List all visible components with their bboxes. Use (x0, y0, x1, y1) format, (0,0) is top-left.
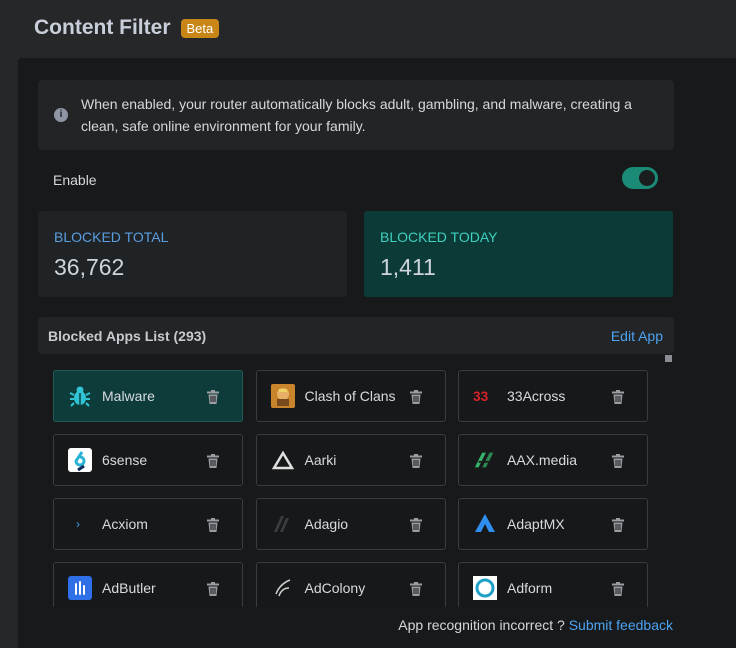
adagio-icon (271, 512, 295, 536)
trash-icon[interactable] (409, 582, 422, 596)
scrollbar-thumb[interactable] (665, 355, 672, 362)
edit-app-link[interactable]: Edit App (611, 328, 663, 344)
adaptmx-icon (473, 512, 497, 536)
app-name: AdButler (102, 580, 156, 596)
app-name: AdaptMX (507, 516, 565, 532)
svg-text:33: 33 (473, 389, 489, 404)
enable-label: Enable (53, 172, 97, 188)
app-card[interactable]: Aarki (255, 434, 446, 486)
blocked-today-label: BLOCKED TODAY (380, 229, 498, 245)
app-name: Malware (102, 388, 155, 404)
app-card[interactable]: Malware (53, 370, 243, 422)
adcolony-icon (271, 576, 295, 600)
clash-of-clans-icon (270, 384, 295, 408)
blocked-today-value: 1,411 (380, 254, 436, 280)
app-card[interactable]: Adagio (255, 498, 446, 550)
app-card[interactable]: AdColony (255, 562, 446, 607)
app-name: 33Across (507, 388, 566, 404)
bug-icon (68, 384, 92, 408)
feedback-footer: App recognition incorrect ? Submit feedb… (398, 617, 673, 633)
info-icon: i (54, 108, 68, 122)
app-name: Clash of Clans (304, 388, 396, 404)
blocked-total-card: BLOCKED TOTAL 36,762 (38, 211, 347, 297)
app-card[interactable]: AAX.media (458, 434, 648, 486)
app-name: 6sense (102, 452, 148, 468)
trash-icon[interactable] (207, 390, 219, 404)
toggle-knob (639, 170, 655, 186)
acxiom-icon: › (68, 512, 92, 536)
beta-badge: Beta (180, 18, 220, 38)
trash-icon[interactable] (207, 518, 219, 532)
app-name: Acxiom (102, 516, 148, 532)
app-card[interactable]: AdaptMX (458, 498, 648, 550)
app-name: Aarki (304, 452, 337, 468)
info-banner: i When enabled, your router automaticall… (38, 80, 674, 150)
trash-icon[interactable] (409, 454, 422, 468)
feedback-text: App recognition incorrect ? (398, 617, 565, 633)
blocked-total-value: 36,762 (54, 254, 125, 280)
blocked-apps-title: Blocked Apps List (293) (48, 328, 207, 344)
app-card[interactable]: 33 33Across (458, 370, 648, 422)
adform-icon (473, 576, 497, 600)
page-title: Content Filter (34, 16, 171, 39)
app-card[interactable]: AdButler (53, 562, 243, 607)
trash-icon[interactable] (612, 390, 624, 404)
app-name: Adagio (304, 516, 349, 532)
trash-icon[interactable] (612, 518, 624, 532)
app-name: Adform (507, 580, 553, 596)
enable-toggle[interactable] (622, 167, 658, 189)
trash-icon[interactable] (409, 518, 422, 532)
page-header: Content Filter Beta (34, 14, 220, 42)
app-card[interactable]: Adform (458, 562, 648, 607)
app-name: AdColony (304, 580, 366, 596)
trash-icon[interactable] (612, 582, 624, 596)
info-text: When enabled, your router automatically … (81, 96, 632, 134)
6sense-icon (68, 448, 92, 472)
adbutler-icon (68, 576, 92, 600)
blocked-apps-header: Blocked Apps List (293) Edit App (38, 317, 674, 354)
trash-icon[interactable] (207, 454, 219, 468)
app-card[interactable]: Clash of Clans (255, 370, 446, 422)
trash-icon[interactable] (207, 582, 219, 596)
app-card[interactable]: › Acxiom (53, 498, 243, 550)
blocked-total-label: BLOCKED TOTAL (54, 229, 169, 245)
submit-feedback-link[interactable]: Submit feedback (569, 617, 673, 633)
aarki-icon (271, 448, 295, 472)
trash-icon[interactable] (612, 454, 624, 468)
blocked-apps-grid[interactable]: Malware Clash of Clans 33 33Across 6sense Aar… (38, 354, 664, 607)
blocked-today-card: BLOCKED TODAY 1,411 (364, 211, 673, 297)
aax-media-icon (473, 448, 497, 472)
svg-text:›: › (76, 517, 80, 531)
trash-icon[interactable] (409, 390, 422, 404)
app-card[interactable]: 6sense (53, 434, 243, 486)
app-name: AAX.media (507, 452, 578, 468)
33across-icon: 33 (473, 384, 497, 408)
